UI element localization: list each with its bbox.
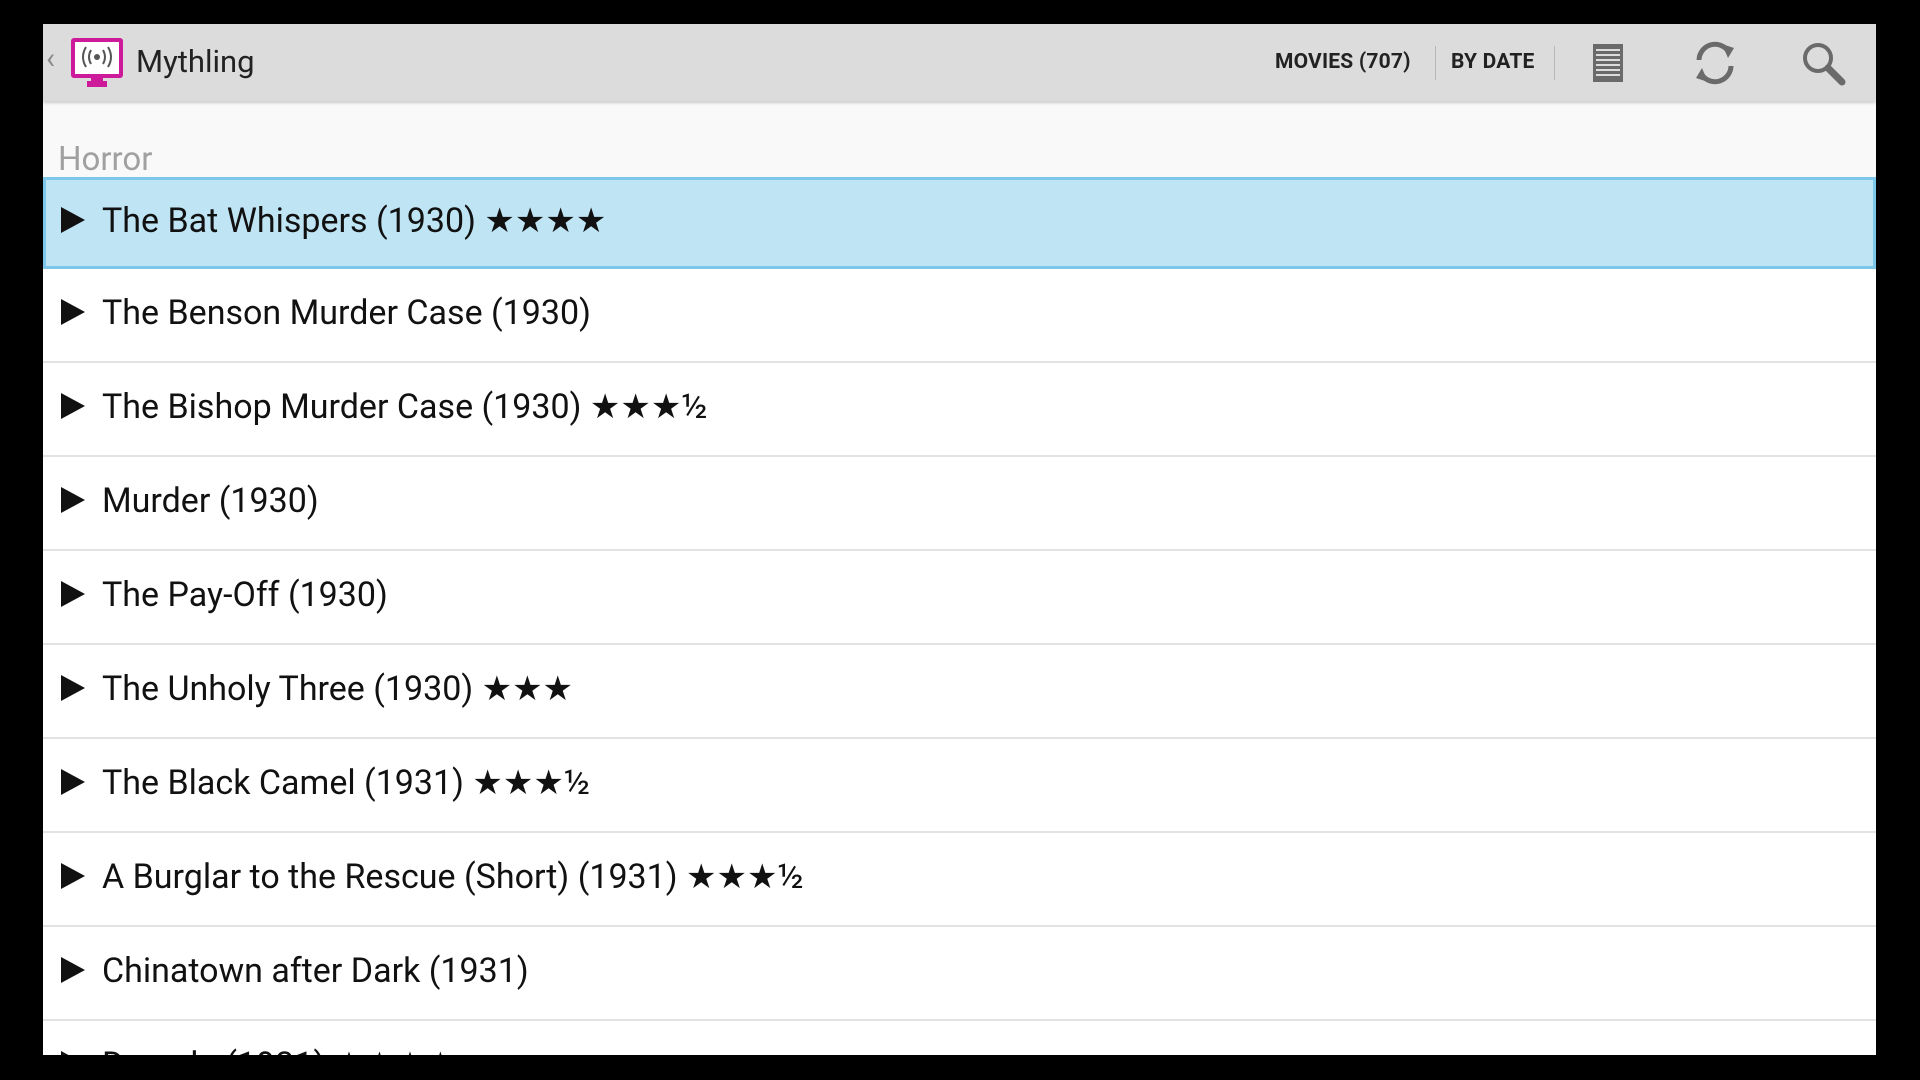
play-arrow-icon [61, 957, 85, 983]
divider [1554, 46, 1555, 80]
list-item[interactable]: Chinatown after Dark (1931) [43, 927, 1876, 1021]
play-arrow-icon [61, 393, 85, 419]
list-item[interactable]: The Bishop Murder Case (1930) ★★★½ [43, 363, 1876, 457]
list-item-label: Chinatown after Dark (1931) [102, 951, 529, 991]
play-arrow-icon [61, 581, 85, 607]
play-arrow-icon [61, 487, 85, 513]
category-title: Horror [58, 140, 153, 179]
list-item-label: Dracula (1931) ★★★★ [102, 1043, 456, 1055]
list-item-label: The Bishop Murder Case (1930) ★★★½ [102, 387, 708, 427]
up-caret-icon[interactable]: ‹ [46, 44, 55, 74]
divider [1435, 46, 1436, 80]
list-item[interactable]: A Burglar to the Rescue (Short) (1931) ★… [43, 833, 1876, 927]
list-item-label: The Bat Whispers (1930) ★★★★ [102, 201, 607, 241]
sort-by-date-button[interactable]: BY DATE [1451, 50, 1535, 75]
list-item-label: The Black Camel (1931) ★★★½ [102, 763, 591, 803]
app-title: Mythling [136, 43, 255, 80]
play-arrow-icon [61, 769, 85, 795]
play-arrow-icon [61, 675, 85, 701]
list-icon[interactable] [1583, 38, 1633, 88]
list-item[interactable]: The Bat Whispers (1930) ★★★★ [43, 177, 1876, 269]
play-arrow-icon [61, 1051, 85, 1055]
movies-count-button[interactable]: MOVIES (707) [1275, 50, 1411, 75]
play-arrow-icon [61, 299, 85, 325]
list-item-label: Murder (1930) [102, 481, 319, 521]
list-item-label: A Burglar to the Rescue (Short) (1931) ★… [102, 857, 804, 897]
list-item[interactable]: The Unholy Three (1930) ★★★ [43, 645, 1876, 739]
list-item-label: The Pay-Off (1930) [102, 575, 388, 615]
action-bar: ‹ Mythling MOVIES (707) BY DATE [43, 24, 1876, 101]
list-item[interactable]: The Pay-Off (1930) [43, 551, 1876, 645]
list-item-label: The Benson Murder Case (1930) [102, 293, 591, 333]
list-item[interactable]: The Benson Murder Case (1930) [43, 269, 1876, 363]
play-arrow-icon [61, 207, 85, 233]
list-item-label: The Unholy Three (1930) ★★★ [102, 669, 574, 709]
play-arrow-icon [61, 863, 85, 889]
refresh-icon[interactable] [1690, 38, 1740, 88]
list-item[interactable]: The Black Camel (1931) ★★★½ [43, 739, 1876, 833]
search-icon[interactable] [1798, 38, 1848, 88]
app-screen: ‹ Mythling MOVIES (707) BY DATE Horror T… [43, 24, 1876, 1055]
list-item[interactable]: Murder (1930) [43, 457, 1876, 551]
app-logo-icon[interactable] [69, 35, 125, 91]
list-item[interactable]: Dracula (1931) ★★★★ [43, 1021, 1876, 1055]
movie-list: The Bat Whispers (1930) ★★★★ The Benson … [43, 177, 1876, 1055]
